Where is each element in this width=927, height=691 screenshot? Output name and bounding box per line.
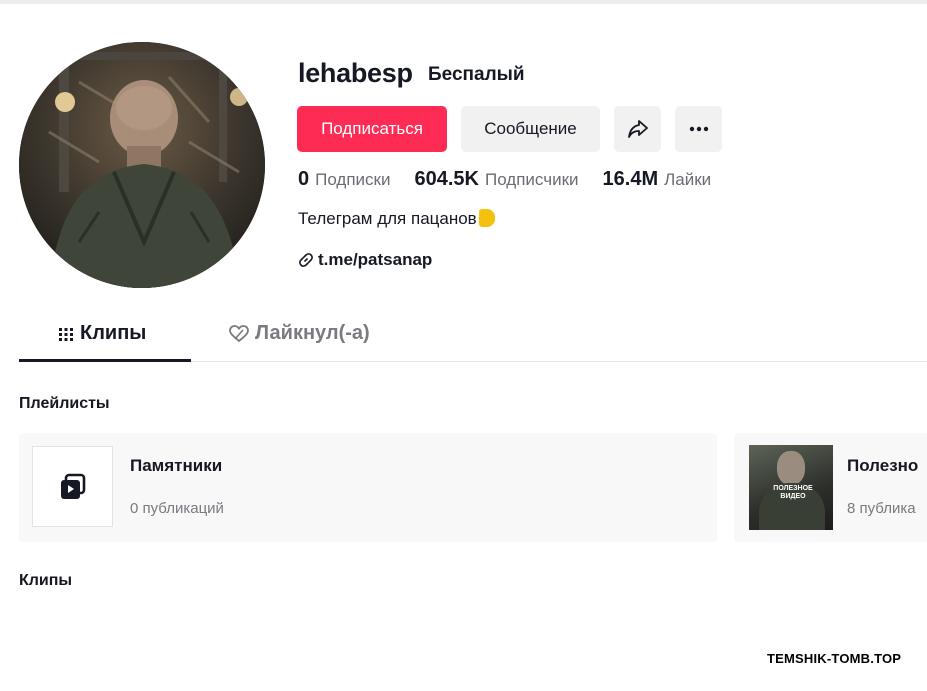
thumbnail-face — [777, 451, 805, 485]
profile-link-text[interactable]: t.me/patsanap — [318, 250, 432, 270]
active-tab-indicator — [19, 359, 191, 362]
profile-page: lehabesp Беспалый Подписаться Сообщение … — [0, 0, 927, 691]
playlist-name: Памятники — [130, 456, 223, 475]
message-button[interactable]: Сообщение — [461, 106, 600, 152]
bio-text: Телеграм для пацанов — [298, 209, 477, 228]
link-icon — [299, 253, 313, 267]
grid-icon — [59, 327, 73, 341]
playlist-card[interactable]: Памятники 0 публикаций — [19, 433, 717, 542]
pointing-hand-icon — [478, 209, 495, 227]
playlist-icon — [60, 473, 85, 499]
playlist-thumbnail: ПОЛЕЗНОЕ ВИДЕО — [749, 445, 833, 530]
playlist-thumbnail-empty — [32, 446, 113, 527]
following-label[interactable]: Подписки — [315, 170, 390, 190]
playlist-count: 8 публика — [847, 500, 916, 517]
tab-liked[interactable]: Лайкнул(-а) — [229, 322, 370, 345]
likes-label: Лайки — [664, 170, 712, 189]
watermark: TEMSHIK-TOMB.TOP — [767, 651, 902, 666]
nickname: Беспалый — [428, 64, 525, 85]
follow-button[interactable]: Подписаться — [297, 106, 447, 152]
playlists-title: Плейлисты — [19, 395, 110, 412]
avatar[interactable] — [19, 42, 265, 288]
following-count[interactable]: 0 — [298, 168, 309, 191]
playlist-count: 0 публикаций — [130, 500, 224, 517]
avatar-image — [19, 42, 265, 288]
share-icon — [627, 120, 648, 138]
thumbnail-caption: ПОЛЕЗНОЕ ВИДЕО — [773, 485, 813, 500]
heart-icon — [229, 324, 249, 342]
top-divider — [0, 0, 927, 4]
username: lehabesp — [298, 58, 413, 88]
tab-clips[interactable]: Клипы — [58, 322, 146, 345]
tab-liked-label: Лайкнул(-а) — [255, 322, 370, 344]
more-options-button[interactable] — [675, 106, 722, 152]
clips-section-title: Клипы — [19, 572, 73, 589]
share-button[interactable] — [614, 106, 661, 152]
followers-count[interactable]: 604.5K — [414, 168, 479, 191]
bio: Телеграм для пацанов — [298, 209, 495, 229]
tab-clips-label: Клипы — [80, 322, 147, 344]
likes-count: 16.4M — [602, 168, 659, 190]
followers-label[interactable]: Подписчики — [485, 170, 579, 190]
playlist-name: Полезно — [847, 456, 919, 475]
profile-stats: 0 Подписки 604.5K Подписчики 16.4M Лайки — [298, 168, 735, 191]
profile-link[interactable]: t.me/patsanap — [298, 250, 432, 270]
playlist-card[interactable]: ПОЛЕЗНОЕ ВИДЕО Полезно 8 публика — [734, 433, 927, 542]
more-icon — [689, 126, 708, 132]
